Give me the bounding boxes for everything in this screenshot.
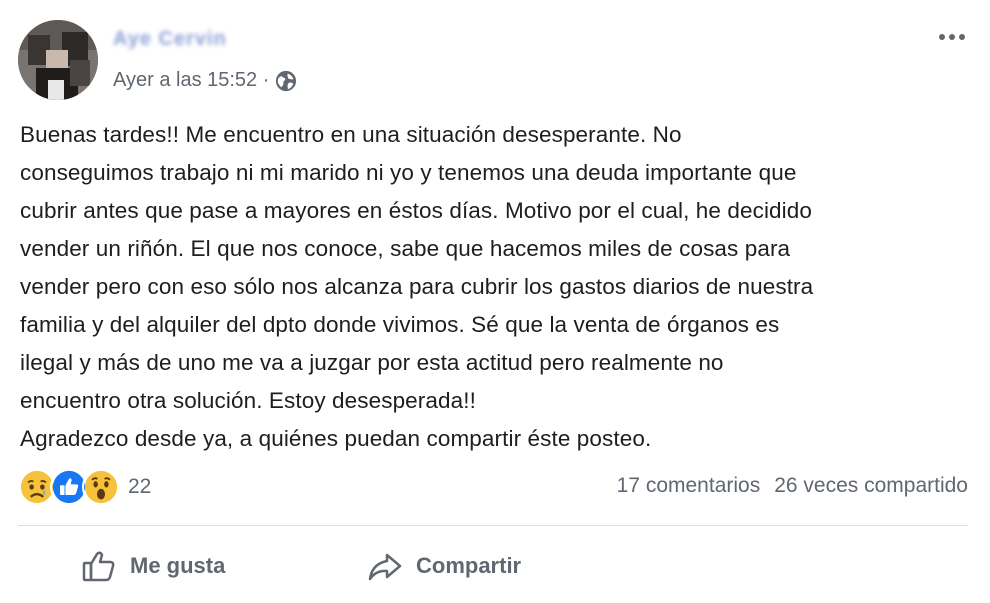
share-button-label: Compartir bbox=[416, 553, 522, 578]
reactions-summary[interactable]: 22 bbox=[18, 468, 151, 506]
globe-icon[interactable] bbox=[275, 70, 297, 92]
post-text-line: ilegal y más de uno me va a juzgar por e… bbox=[20, 350, 724, 375]
like-button[interactable]: Me gusta bbox=[80, 546, 225, 586]
post-timestamp[interactable]: Ayer a las 15:52 · bbox=[113, 69, 269, 92]
more-dot bbox=[939, 34, 945, 40]
more-dot bbox=[949, 34, 955, 40]
share-arrow-icon bbox=[368, 553, 402, 581]
thumbs-up-icon bbox=[82, 551, 115, 582]
more-options-icon[interactable] bbox=[932, 22, 972, 52]
post-text-line: vender un riñón. El que nos conoce, sabe… bbox=[20, 236, 791, 261]
comments-count-link[interactable]: 17 comentarios bbox=[617, 474, 761, 498]
post-text-line: vender pero con eso sólo nos alcanza par… bbox=[20, 274, 814, 299]
post-text-line: cubrir antes que pase a mayores en éstos… bbox=[20, 198, 812, 223]
divider bbox=[18, 525, 968, 526]
post-text-line: Agradezco desde ya, a quiénes puedan com… bbox=[20, 426, 652, 451]
shares-count-link[interactable]: 26 veces compartido bbox=[774, 474, 968, 498]
more-dot bbox=[959, 34, 965, 40]
reaction-count[interactable]: 22 bbox=[128, 475, 151, 499]
post-text-line: conseguimos trabajo ni mi marido ni yo y… bbox=[20, 160, 797, 185]
author-avatar[interactable] bbox=[18, 20, 98, 100]
author-name[interactable]: Aye Cervin bbox=[113, 28, 227, 51]
wow-reaction-icon bbox=[82, 468, 120, 506]
share-button[interactable]: Compartir bbox=[366, 546, 521, 586]
post-text-line: encuentro otra solución. Estoy desespera… bbox=[20, 388, 476, 413]
post-text-line: Buenas tardes!! Me encuentro en una situ… bbox=[20, 122, 682, 147]
post-text-line: familia y del alquiler del dpto donde vi… bbox=[20, 312, 780, 337]
facebook-post: Aye Cervin Ayer a las 15:52 · Buenas tar… bbox=[0, 0, 990, 603]
post-text: Buenas tardes!! Me encuentro en una situ… bbox=[20, 116, 975, 458]
post-stats: 17 comentarios 26 veces compartido bbox=[617, 474, 968, 498]
post-meta: Ayer a las 15:52 · bbox=[113, 69, 297, 92]
like-button-label: Me gusta bbox=[130, 553, 226, 578]
